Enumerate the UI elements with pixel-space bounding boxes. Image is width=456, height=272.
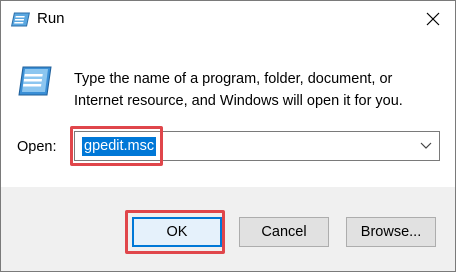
ok-highlight-box — [125, 210, 225, 254]
browse-button[interactable]: Browse... — [346, 217, 436, 247]
button-bar: OK Cancel Browse... — [1, 187, 455, 271]
prompt-line-2: Internet resource, and Windows will open… — [74, 93, 403, 109]
input-highlight-box — [70, 126, 163, 166]
close-button[interactable] — [417, 3, 449, 35]
prompt-line-1: Type the name of a program, folder, docu… — [74, 71, 393, 87]
window-title: Run — [37, 10, 65, 27]
run-dialog: Run Type the name of a program, folder, … — [0, 0, 456, 272]
prompt-text: Type the name of a program, folder, docu… — [74, 68, 434, 112]
open-label: Open: — [17, 139, 57, 155]
run-icon — [17, 65, 53, 99]
dropdown-button[interactable] — [419, 139, 433, 153]
chevron-down-icon — [420, 142, 432, 149]
close-icon — [426, 12, 440, 26]
run-app-icon — [10, 10, 30, 30]
cancel-button[interactable]: Cancel — [239, 217, 329, 247]
title-bar[interactable]: Run — [1, 1, 455, 37]
